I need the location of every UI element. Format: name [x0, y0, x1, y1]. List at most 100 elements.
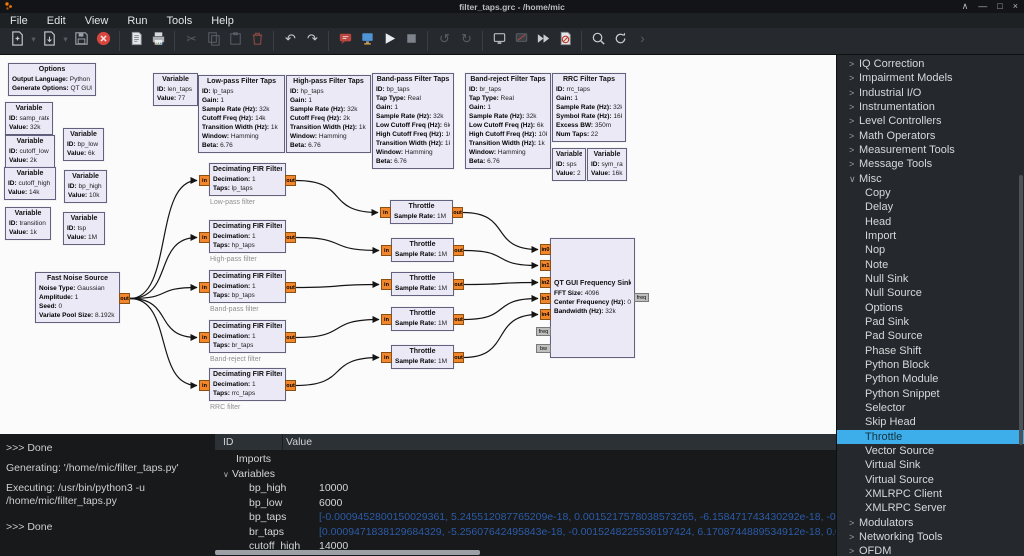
tree-item-xmlrpc-client[interactable]: XMLRPC Client — [837, 487, 1024, 501]
port-sink-in1[interactable]: in1 — [540, 260, 551, 271]
port-fir_br-out[interactable]: out — [285, 332, 296, 343]
delete-button[interactable] — [246, 30, 268, 52]
chevron-right-icon[interactable]: > — [849, 530, 859, 544]
tree-item-nop[interactable]: Nop — [837, 243, 1024, 257]
block-t5[interactable]: ThrottleSample Rate: 1Minout — [391, 345, 454, 369]
block-fir_br[interactable]: Decimating FIR FilterDecimation: 1Taps: … — [209, 320, 286, 353]
chevron-right-icon[interactable]: > — [849, 114, 859, 128]
block-fir_lp[interactable]: Decimating FIR FilterDecimation: 1Taps: … — [209, 163, 286, 196]
block-t1[interactable]: ThrottleSample Rate: 1Minout — [390, 200, 453, 224]
connection[interactable] — [296, 238, 379, 251]
port-fir_br-in[interactable]: in — [199, 332, 210, 343]
port-fir_bp-out[interactable]: out — [285, 282, 296, 293]
tree-item-math-operators[interactable]: >Math Operators — [837, 129, 1024, 143]
port-t1-in[interactable]: in — [380, 207, 391, 218]
inspector-row-bp_high[interactable]: bp_high10000 — [215, 481, 836, 496]
tree-item-virtual-source[interactable]: Virtual Source — [837, 473, 1024, 487]
block-var_transition[interactable]: VariableID: transitionValue: 1k — [5, 207, 51, 240]
block-t4[interactable]: ThrottleSample Rate: 1Minout — [391, 307, 454, 331]
block-sink[interactable]: QT GUI Frequency SinkFFT Size: 4096Cente… — [550, 238, 635, 358]
inspector-row-imports[interactable]: Imports — [215, 452, 836, 467]
port-sink-bw_in[interactable]: bw — [536, 344, 551, 353]
tree-item-message-tools[interactable]: >Message Tools — [837, 157, 1024, 171]
block-fir_rrc[interactable]: Decimating FIR FilterDecimation: 1Taps: … — [209, 368, 286, 401]
connection[interactable] — [130, 299, 197, 338]
undo-button[interactable]: ↶ — [279, 30, 301, 52]
tree-item-networking-tools[interactable]: >Networking Tools — [837, 530, 1024, 544]
tree-item-skip-head[interactable]: Skip Head — [837, 415, 1024, 429]
tree-item-xmlrpc-server[interactable]: XMLRPC Server — [837, 501, 1024, 515]
inspector-row-variables[interactable]: ∨Variables — [215, 467, 836, 482]
port-sink-in2[interactable]: in2 — [540, 277, 551, 288]
port-t4-out[interactable]: out — [453, 314, 464, 325]
inspector-hscrollbar[interactable] — [215, 550, 480, 555]
tree-item-iq-correction[interactable]: >IQ Correction — [837, 57, 1024, 71]
open-flow-graph-dropdown[interactable]: ▾ — [60, 30, 70, 52]
block-var_sps[interactable]: VariableID: spsValue: 2 — [552, 148, 586, 181]
connection[interactable] — [464, 251, 538, 266]
generate-button[interactable] — [125, 30, 147, 52]
block-var_samp_rate[interactable]: VariableID: samp_rateValue: 32k — [5, 102, 53, 135]
port-sink-freq_in[interactable]: freq — [536, 327, 551, 336]
tree-item-python-module[interactable]: Python Module — [837, 372, 1024, 386]
inspector-row-bp_low[interactable]: bp_low6000 — [215, 496, 836, 511]
print-button[interactable] — [147, 30, 169, 52]
connection[interactable] — [464, 315, 538, 358]
block-var_sym_rate[interactable]: VariableID: sym_rateValue: 16k — [587, 148, 627, 181]
port-t1-out[interactable]: out — [452, 207, 463, 218]
close-tab-button[interactable] — [92, 30, 114, 52]
port-fir_lp-out[interactable]: out — [285, 175, 296, 186]
shade-window-button[interactable]: ∧ — [962, 0, 969, 13]
block-br_taps_blk[interactable]: Band-reject Filter TapsID: br_tapsTap Ty… — [465, 73, 551, 169]
menu-view[interactable]: View — [85, 15, 109, 27]
tree-item-delay[interactable]: Delay — [837, 200, 1024, 214]
sidebar-scrollbar[interactable] — [1019, 175, 1023, 445]
redo-button[interactable]: ↷ — [301, 30, 323, 52]
tree-item-ofdm[interactable]: >OFDM — [837, 544, 1024, 556]
connection[interactable] — [130, 299, 197, 386]
toggle-disabled-blocks-button[interactable] — [554, 30, 576, 52]
tree-item-options[interactable]: Options — [837, 301, 1024, 315]
chevron-down-icon[interactable]: ∨ — [849, 172, 859, 186]
chevron-right-icon[interactable]: > — [849, 143, 859, 157]
block-var_len_taps[interactable]: VariableID: len_tapsValue: 77 — [153, 73, 198, 106]
port-fir_lp-in[interactable]: in — [199, 175, 210, 186]
block-rrc_taps[interactable]: RRC Filter TapsID: rrc_tapsGain: 1Sample… — [552, 73, 626, 142]
execute-button[interactable] — [378, 30, 400, 52]
inspector-row-br_taps[interactable]: br_taps[0.0009471838129684329, -5.256076… — [215, 525, 836, 540]
port-t3-out[interactable]: out — [453, 279, 464, 290]
connection[interactable] — [130, 288, 197, 299]
tree-item-null-source[interactable]: Null Source — [837, 286, 1024, 300]
tree-item-head[interactable]: Head — [837, 215, 1024, 229]
connection[interactable] — [296, 320, 379, 338]
find-block-button[interactable] — [587, 30, 609, 52]
tree-item-pad-sink[interactable]: Pad Sink — [837, 315, 1024, 329]
port-noise-out[interactable]: out — [119, 293, 130, 304]
menu-help[interactable]: Help — [211, 15, 234, 27]
inspector-row-bp_taps[interactable]: bp_taps[-0.0009452800150029361, 5.245512… — [215, 510, 836, 525]
chevron-right-icon[interactable]: > — [849, 100, 859, 114]
tree-item-import[interactable]: Import — [837, 229, 1024, 243]
cut-button[interactable]: ✂ — [180, 30, 202, 52]
bypass-block-button[interactable] — [532, 30, 554, 52]
port-t2-out[interactable]: out — [453, 245, 464, 256]
tree-item-note[interactable]: Note — [837, 258, 1024, 272]
port-t5-in[interactable]: in — [381, 352, 392, 363]
port-t5-out[interactable]: out — [453, 352, 464, 363]
connection[interactable] — [464, 299, 538, 320]
connection[interactable] — [130, 181, 197, 299]
tree-item-null-sink[interactable]: Null Sink — [837, 272, 1024, 286]
port-t4-in[interactable]: in — [381, 314, 392, 325]
block-t3[interactable]: ThrottleSample Rate: 1Minout — [391, 272, 454, 296]
block-var_bp_high[interactable]: VariableID: bp_highValue: 10k — [64, 170, 107, 203]
tree-item-virtual-sink[interactable]: Virtual Sink — [837, 458, 1024, 472]
port-sink-freq_out[interactable]: freq — [634, 293, 649, 302]
menu-file[interactable]: File — [10, 15, 28, 27]
connection[interactable] — [464, 283, 538, 285]
tree-item-measurement-tools[interactable]: >Measurement Tools — [837, 143, 1024, 157]
block-var_tsp[interactable]: VariableID: tspValue: 1M — [63, 212, 105, 245]
chevron-right-icon[interactable]: > — [849, 516, 859, 530]
port-fir_hp-out[interactable]: out — [285, 232, 296, 243]
menu-tools[interactable]: Tools — [167, 15, 193, 27]
block-hp_taps[interactable]: High-pass Filter TapsID: hp_tapsGain: 1S… — [286, 75, 371, 153]
